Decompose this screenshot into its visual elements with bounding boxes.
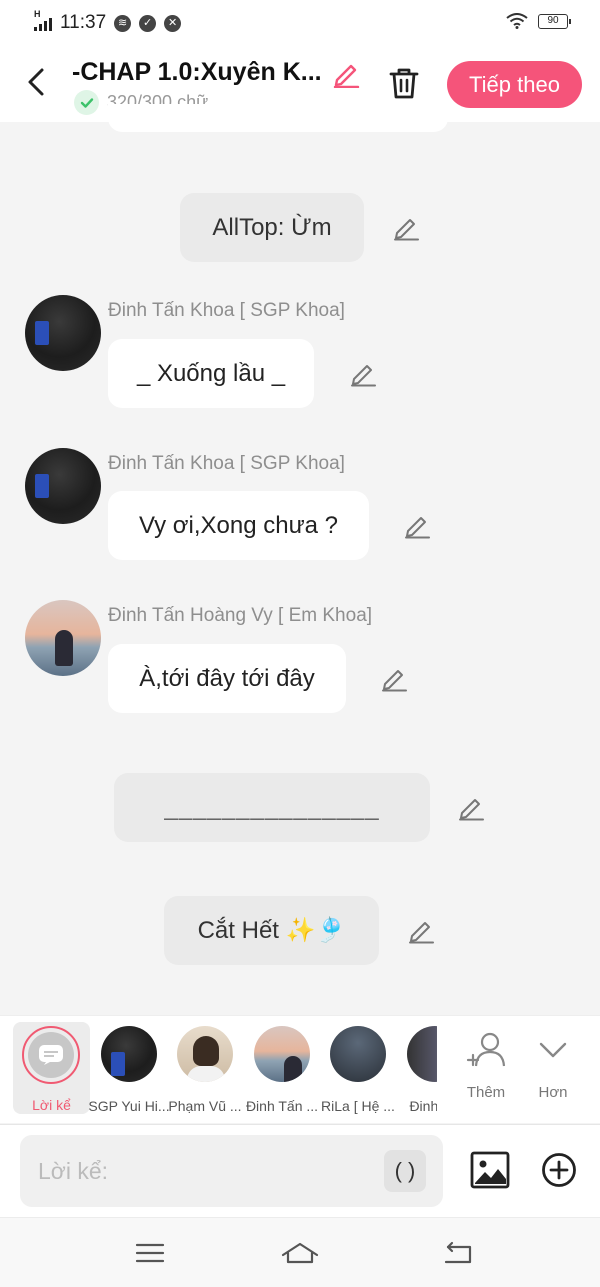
edit-pencil-icon[interactable] xyxy=(403,511,431,539)
character-avatar xyxy=(101,1026,157,1082)
edit-pencil-icon[interactable] xyxy=(457,793,485,821)
character-list[interactable]: Lời kể SGP Yui Hi... Phạm Vũ ... Đinh Tấ… xyxy=(0,1016,437,1124)
narration-input[interactable] xyxy=(20,1135,443,1207)
chevron-down-icon xyxy=(539,1042,567,1058)
trash-icon[interactable] xyxy=(388,66,420,100)
edit-pencil-icon[interactable] xyxy=(392,213,420,241)
narrator-ring xyxy=(22,1026,80,1084)
menu-icon[interactable] xyxy=(132,1238,168,1268)
back-icon[interactable] xyxy=(440,1238,476,1268)
narrator-label: Lời kể xyxy=(32,1097,71,1113)
character-option[interactable]: Đinh Tấn ... xyxy=(243,1022,321,1114)
add-character-label: Thêm xyxy=(466,1084,506,1101)
add-character-button[interactable]: Thêm xyxy=(456,1030,516,1110)
add-person-icon xyxy=(466,1032,506,1067)
sender-name: Đinh Tấn Khoa [ SGP Khoa] xyxy=(108,300,345,321)
partial-message-bubble[interactable] xyxy=(108,104,448,132)
next-button[interactable]: Tiếp theo xyxy=(447,61,582,108)
character-avatar xyxy=(330,1026,386,1082)
system-navigation-bar xyxy=(0,1217,600,1287)
collapse-button[interactable]: Hơn xyxy=(523,1030,583,1110)
back-arrow-icon[interactable] xyxy=(22,64,52,100)
app-notification-icon: ✓ xyxy=(139,14,157,32)
battery-icon: 90 xyxy=(538,13,571,29)
avatar-khoa[interactable] xyxy=(25,295,101,371)
narration-bubble[interactable]: _______________ xyxy=(114,773,430,842)
narration-bubble[interactable]: Cắt Hết ✨🎐 xyxy=(164,896,379,965)
collapse-label: Hơn xyxy=(538,1084,568,1101)
signal-icon: H xyxy=(34,9,52,31)
character-option[interactable]: SGP Yui Hi... xyxy=(88,1022,170,1114)
message-bubble[interactable]: _ Xuống lầu _ xyxy=(108,339,314,408)
parenthesis-button[interactable]: ( ) xyxy=(384,1150,426,1192)
narration-bubble[interactable]: AllTop: Ừm xyxy=(180,193,364,262)
close-notification-icon: ✕ xyxy=(164,14,182,32)
edit-pencil-icon[interactable] xyxy=(407,916,435,944)
message-bubble[interactable]: À,tới đây tới đây xyxy=(108,644,346,713)
composer-bar: ( ) xyxy=(0,1124,600,1217)
character-avatar xyxy=(407,1026,437,1082)
sender-name: Đinh Tấn Khoa [ SGP Khoa] xyxy=(108,453,345,474)
home-icon[interactable] xyxy=(280,1238,320,1268)
edit-pencil-icon[interactable] xyxy=(349,359,377,387)
edit-pencil-icon[interactable] xyxy=(380,664,408,692)
add-circle-icon[interactable] xyxy=(541,1152,577,1188)
status-bar: H 11:37 ≋ ✓ ✕ 90 xyxy=(0,0,600,46)
character-avatar xyxy=(177,1026,233,1082)
character-option[interactable]: Đinh T... xyxy=(396,1022,437,1114)
character-selector: Lời kể SGP Yui Hi... Phạm Vũ ... Đinh Tấ… xyxy=(0,1015,600,1123)
chapter-title[interactable]: -CHAP 1.0:Xuyên K... xyxy=(72,58,322,87)
narration-icon xyxy=(28,1032,74,1078)
sender-name: Đinh Tấn Hoàng Vy [ Em Khoa] xyxy=(108,605,373,626)
narrator-option[interactable]: Lời kể xyxy=(13,1022,90,1114)
image-icon[interactable] xyxy=(470,1151,510,1189)
avatar-khoa[interactable] xyxy=(25,448,101,524)
status-time: 11:37 xyxy=(60,12,107,33)
character-option[interactable]: Phạm Vũ ... xyxy=(166,1022,244,1114)
character-name: Đinh T... xyxy=(409,1098,437,1114)
avatar-vy[interactable] xyxy=(25,600,101,676)
message-bubble[interactable]: Vy ơi,Xong chưa ? xyxy=(108,491,369,560)
character-option[interactable]: RiLa [ Hệ ... xyxy=(319,1022,397,1114)
character-avatar xyxy=(254,1026,310,1082)
wifi-icon xyxy=(506,13,528,29)
check-icon xyxy=(74,90,99,115)
spotify-icon: ≋ xyxy=(114,14,132,32)
edit-title-pencil-icon[interactable] xyxy=(331,58,361,88)
